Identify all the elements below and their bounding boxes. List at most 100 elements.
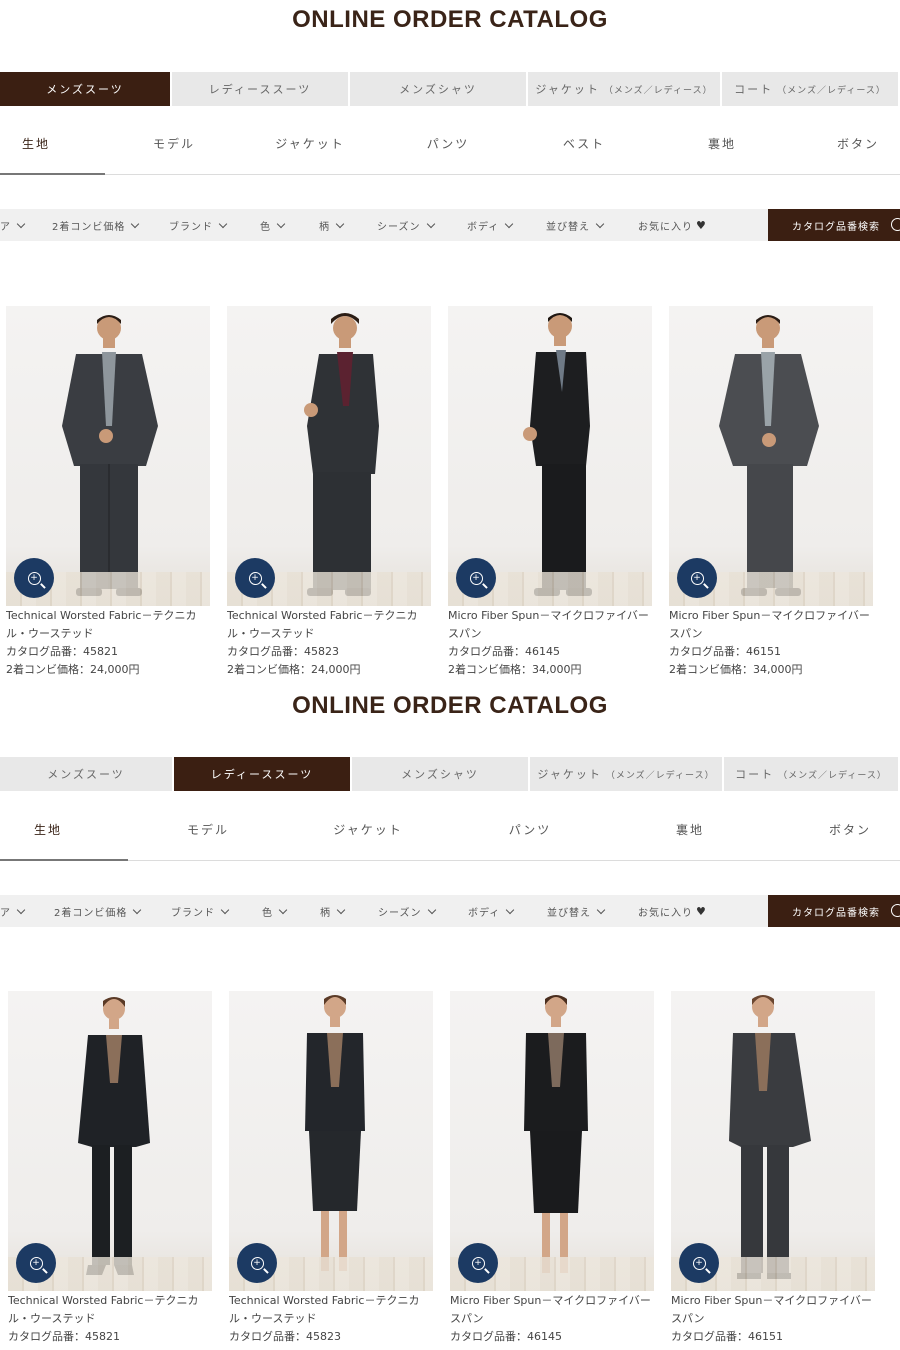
- filter-combi-price[interactable]: 2着コンビ価格: [52, 209, 140, 241]
- subnav-buttons[interactable]: ボタン: [822, 112, 894, 174]
- filter-area[interactable]: ア: [0, 895, 26, 927]
- tab-ladies-suits[interactable]: レディーススーツ: [174, 757, 352, 791]
- filter-sort[interactable]: 並び替え: [547, 895, 606, 927]
- combi-price: 2着コンビ価格：34,000円: [448, 663, 582, 676]
- filter-sort[interactable]: 並び替え: [546, 209, 605, 241]
- tab-sublabel: （メンズ／レディース）: [778, 770, 887, 781]
- product-name-line1[interactable]: Micro Fiber Spun－マイクロファイバー: [448, 607, 658, 625]
- product-photo[interactable]: +: [450, 991, 654, 1291]
- subnav-jacket[interactable]: ジャケット: [328, 798, 408, 860]
- zoom-plus: +: [253, 1257, 261, 1268]
- product-name-line2[interactable]: ル・ウーステッド: [6, 625, 216, 643]
- subnav-lining[interactable]: 裏地: [686, 112, 758, 174]
- tab-coat[interactable]: コート （メンズ／レディース）: [722, 72, 900, 106]
- zoom-plus: +: [695, 1257, 703, 1268]
- subnav-model[interactable]: モデル: [138, 112, 210, 174]
- zoom-plus: +: [32, 1257, 40, 1268]
- product-name-line1[interactable]: Micro Fiber Spun－マイクロファイバー: [450, 1292, 660, 1310]
- product-photo[interactable]: +: [229, 991, 433, 1291]
- product-photo[interactable]: +: [671, 991, 875, 1291]
- product-name-line2[interactable]: スパン: [669, 625, 879, 643]
- product-name-line2[interactable]: ル・ウーステッド: [229, 1310, 439, 1328]
- tab-mens-shirts[interactable]: メンズシャツ: [352, 757, 530, 791]
- product-name-line1[interactable]: Technical Worsted Fabric－テクニカ: [229, 1292, 439, 1310]
- catalog-number-search-button[interactable]: カタログ品番検索: [768, 209, 900, 241]
- zoom-in-icon[interactable]: +: [235, 558, 275, 598]
- zoom-in-icon[interactable]: +: [456, 558, 496, 598]
- product-photo[interactable]: +: [8, 991, 212, 1291]
- filter-pattern[interactable]: 柄: [320, 895, 346, 927]
- tab-jacket[interactable]: ジャケット （メンズ／レディース）: [530, 757, 724, 791]
- product-name-line1[interactable]: Technical Worsted Fabric－テクニカ: [227, 607, 437, 625]
- tab-ladies-suits[interactable]: レディーススーツ: [172, 72, 350, 106]
- tab-mens-suits[interactable]: メンズスーツ: [0, 757, 174, 791]
- product-photo[interactable]: +: [448, 306, 652, 606]
- filter-body[interactable]: ボディ: [467, 209, 514, 241]
- active-indicator: [0, 173, 105, 175]
- tab-jacket[interactable]: ジャケット （メンズ／レディース）: [528, 72, 722, 106]
- subnav-lining[interactable]: 裏地: [654, 798, 726, 860]
- filter-label: シーズン: [378, 907, 422, 919]
- product-name-line2[interactable]: スパン: [450, 1310, 660, 1328]
- subnav-jacket[interactable]: ジャケット: [270, 112, 350, 174]
- zoom-in-icon[interactable]: +: [679, 1243, 719, 1283]
- zoom-lens: +: [29, 1256, 43, 1270]
- active-indicator: [0, 859, 128, 861]
- product-name-line2[interactable]: スパン: [671, 1310, 881, 1328]
- zoom-plus: +: [474, 1257, 482, 1268]
- zoom-in-icon[interactable]: +: [677, 558, 717, 598]
- tab-label: レディーススーツ: [208, 83, 312, 96]
- filter-season[interactable]: シーズン: [377, 209, 435, 241]
- subnav-model[interactable]: モデル: [172, 798, 244, 860]
- zoom-in-icon[interactable]: +: [14, 558, 54, 598]
- filter-area[interactable]: ア: [0, 209, 26, 241]
- zoom-in-icon[interactable]: +: [458, 1243, 498, 1283]
- filter-label: ブランド: [169, 221, 213, 233]
- zoom-lens: +: [690, 571, 704, 585]
- product-photo[interactable]: +: [6, 306, 210, 606]
- filter-combi-price[interactable]: 2着コンビ価格: [54, 895, 142, 927]
- product-name-line1[interactable]: Technical Worsted Fabric－テクニカ: [8, 1292, 218, 1310]
- tab-sublabel: （メンズ／レディース）: [605, 770, 715, 781]
- subnav-buttons[interactable]: ボタン: [814, 798, 886, 860]
- catalog-number-search-button[interactable]: カタログ品番検索: [768, 895, 900, 927]
- filter-label: 並び替え: [546, 221, 590, 233]
- filter-color[interactable]: 色: [262, 895, 288, 927]
- product-photo[interactable]: +: [227, 306, 431, 606]
- filter-bar: ア 2着コンビ価格 ブランド 色 柄 シーズン ボディ 並び替え お気に入り ♥ …: [0, 895, 900, 927]
- product-name-line1[interactable]: Micro Fiber Spun－マイクロファイバー: [671, 1292, 881, 1310]
- heart-icon: ♥: [696, 904, 707, 918]
- product-name-line2[interactable]: ル・ウーステッド: [8, 1310, 218, 1328]
- product-name-line1[interactable]: Technical Worsted Fabric－テクニカ: [6, 607, 216, 625]
- product-info: Technical Worsted Fabric－テクニカ ル・ウーステッド カ…: [227, 607, 437, 679]
- subnav-fabric[interactable]: 生地: [0, 112, 72, 174]
- product-photo[interactable]: +: [669, 306, 873, 606]
- filter-label: シーズン: [377, 221, 421, 233]
- filter-brand[interactable]: ブランド: [171, 895, 230, 927]
- subnav-vest[interactable]: ベスト: [548, 112, 620, 174]
- filter-label: 色: [262, 907, 273, 919]
- subnav-pants[interactable]: パンツ: [494, 798, 566, 860]
- subnav-fabric[interactable]: 生地: [12, 798, 84, 860]
- product-name-line2[interactable]: ル・ウーステッド: [227, 625, 437, 643]
- zoom-in-icon[interactable]: +: [16, 1243, 56, 1283]
- product-name-line1[interactable]: Micro Fiber Spun－マイクロファイバー: [669, 607, 879, 625]
- subnav-pants[interactable]: パンツ: [412, 112, 484, 174]
- tab-coat[interactable]: コート （メンズ／レディース）: [724, 757, 900, 791]
- filter-body[interactable]: ボディ: [468, 895, 515, 927]
- filter-season[interactable]: シーズン: [378, 895, 436, 927]
- filter-pattern[interactable]: 柄: [319, 209, 345, 241]
- tab-mens-shirts[interactable]: メンズシャツ: [350, 72, 528, 106]
- filter-favorites[interactable]: お気に入り ♥: [638, 895, 707, 927]
- tab-mens-suits[interactable]: メンズスーツ: [0, 72, 172, 106]
- product-name-line2[interactable]: スパン: [448, 625, 658, 643]
- filter-color[interactable]: 色: [260, 209, 286, 241]
- chevron-down-icon: [336, 905, 346, 914]
- filter-favorites[interactable]: お気に入り ♥: [638, 209, 707, 241]
- tab-label: ジャケット: [537, 768, 602, 781]
- product-info: Technical Worsted Fabric－テクニカ ル・ウーステッド カ…: [8, 1292, 218, 1346]
- chevron-down-icon: [335, 219, 345, 228]
- filter-brand[interactable]: ブランド: [169, 209, 228, 241]
- chevron-down-icon: [595, 219, 605, 228]
- zoom-in-icon[interactable]: +: [237, 1243, 277, 1283]
